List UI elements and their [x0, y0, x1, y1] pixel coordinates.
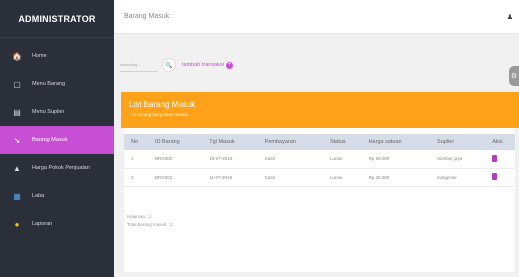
sidebar-item-label: Laba [32, 193, 45, 199]
trash-icon[interactable] [492, 154, 498, 162]
sidebar-item-laporan[interactable]: ● Laporan [0, 210, 114, 238]
sidebar-item-label: Menu Barang [32, 81, 66, 87]
tag-icon: ▲ [13, 163, 21, 173]
column-header-pembayaran: Pembayaran [264, 139, 296, 145]
cell-aksi [485, 150, 515, 169]
cell-no: 2 [124, 168, 148, 187]
column-header-no: No [131, 139, 139, 145]
card-header: List Barang Masuk List barang yang telah… [121, 92, 519, 128]
list-icon: ▤ [13, 107, 21, 117]
sidebar-item-label: Home [32, 53, 47, 59]
sidebar-brand: ADMINISTRATOR [0, 0, 114, 38]
cell-status: Lunas [322, 150, 362, 169]
cell-pembayaran: Cash [257, 150, 323, 169]
cell-tgl-masuk: 11-07-2019 [202, 168, 258, 187]
sidebar-item-home[interactable]: 🏠 Home [0, 42, 114, 70]
top-bar: Barang Masuk ♟ [114, 0, 519, 34]
cell-no: 1 [124, 150, 148, 169]
cell-suplier: indogrosir [430, 168, 486, 187]
report-icon: ● [14, 219, 20, 229]
trash-icon[interactable] [492, 173, 498, 180]
card-title: List Barang Masuk [129, 100, 196, 109]
inbox-icon: ↘ [13, 135, 21, 145]
app-root: ADMINISTRATOR 🏠 Home ▢ Menu Barang ▤ Men… [0, 0, 519, 277]
sidebar-item-label: Laporan [32, 221, 53, 227]
card-subtitle: List barang yang telah masuk [129, 112, 188, 117]
home-icon: 🏠 [12, 51, 22, 61]
column-header-harga-satuan: Harga satuan [368, 139, 402, 145]
cell-tgl-masuk: 18-07-2019 [202, 150, 258, 169]
sidebar-item-harga-pokok-penjualan[interactable]: ▲ Harga Pokok Penjualan [0, 154, 114, 182]
column-header-id-barang: ID Barang [154, 139, 180, 145]
cell-aksi [485, 168, 515, 187]
sidebar: ADMINISTRATOR 🏠 Home ▢ Menu Barang ▤ Men… [0, 0, 114, 277]
search-input[interactable] [120, 58, 158, 72]
cell-harga-satuan: Rp 50.000 [361, 150, 431, 169]
table-row: 1 BRG002 18-07-2019 Cash Lunas Rp 50.000… [124, 150, 515, 169]
column-header-aksi: Aksi [492, 139, 503, 145]
cell-harga-satuan: Rp 25.000 [361, 168, 431, 187]
plus-circle-icon: + [225, 61, 233, 69]
column-header-suplier: Suplier [437, 139, 455, 145]
table-footer: Halaman : 1 Total barang masuk : 2 [127, 213, 173, 229]
search-row: 🔍 tambah transaksi + [120, 58, 233, 72]
main-content: 🔍 tambah transaksi + ⚙ List Barang Masuk… [114, 34, 519, 277]
cell-id-barang: BRG002 [147, 168, 203, 187]
settings-tab[interactable]: ⚙ [509, 66, 519, 86]
sidebar-item-label: Barang Masuk [32, 137, 68, 143]
cell-id-barang: BRG002 [147, 150, 203, 169]
add-transaction-button[interactable]: tambah transaksi + [182, 61, 233, 69]
chart-icon: ▦ [13, 191, 21, 201]
page-title: Barang Masuk [124, 13, 170, 20]
column-header-status: Status [329, 139, 346, 145]
table-row: 2 BRG002 11-07-2019 Cash Lunas Rp 25.000… [124, 168, 515, 187]
sidebar-item-label: Harga Pokok Penjualan [32, 165, 90, 171]
gear-icon: ⚙ [510, 73, 518, 80]
cell-pembayaran: Cash [257, 168, 323, 187]
sidebar-nav: 🏠 Home ▢ Menu Barang ▤ Menu Suplier ↘ Ba… [0, 38, 114, 238]
sidebar-item-barang-masuk[interactable]: ↘ Barang Masuk [0, 126, 114, 154]
page-indicator: Halaman : 1 [127, 214, 152, 219]
cell-status: Lunas [322, 168, 362, 187]
search-icon[interactable]: 🔍 [162, 58, 176, 72]
clipboard-icon: ▢ [13, 79, 21, 89]
user-icon[interactable]: ♟ [507, 13, 513, 21]
barang-masuk-card: List Barang Masuk List barang yang telah… [121, 92, 519, 272]
sidebar-item-menu-suplier[interactable]: ▤ Menu Suplier [0, 98, 114, 126]
total-count: Total barang masuk : 2 [127, 222, 173, 227]
add-transaction-label: tambah transaksi [182, 62, 224, 68]
sidebar-item-menu-barang[interactable]: ▢ Menu Barang [0, 70, 114, 98]
sidebar-item-laba[interactable]: ▦ Laba [0, 182, 114, 210]
cell-suplier: Sumber jaya [430, 150, 486, 169]
sidebar-item-label: Menu Suplier [32, 109, 65, 115]
table-header-row: No ID Barang Tgl Masuk Pembayaran Status… [124, 134, 515, 150]
column-header-tgl-masuk: Tgl Masuk [209, 139, 235, 145]
barang-masuk-table: No ID Barang Tgl Masuk Pembayaran Status… [124, 134, 515, 187]
